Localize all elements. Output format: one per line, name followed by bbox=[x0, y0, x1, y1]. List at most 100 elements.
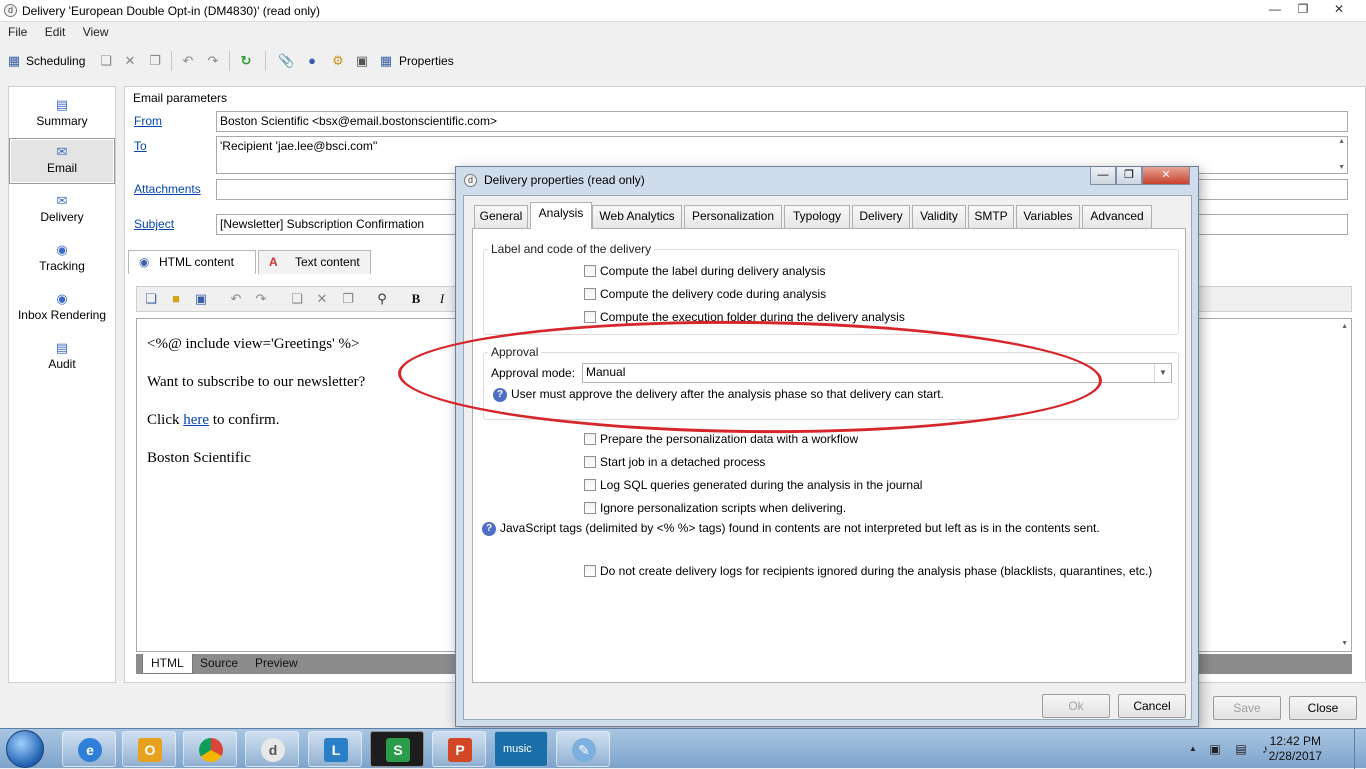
minimize-button[interactable]: — bbox=[1262, 1, 1288, 18]
open-folder-icon[interactable]: ■ bbox=[168, 291, 184, 307]
attachments-link[interactable]: Attachments bbox=[134, 182, 201, 196]
compute-folder-checkbox[interactable] bbox=[584, 310, 596, 323]
close-window-button[interactable]: ✕ bbox=[1326, 1, 1352, 18]
nav-audit[interactable]: ▤ Audit bbox=[9, 335, 115, 381]
tray-expand-icon[interactable]: ▲ bbox=[1186, 742, 1200, 756]
editor-redo-icon[interactable]: ↷ bbox=[253, 291, 269, 307]
taskbar-amazon-music[interactable]: music bbox=[494, 731, 548, 767]
scheduling-button[interactable]: Scheduling bbox=[26, 54, 85, 68]
no-delivery-logs-checkbox[interactable] bbox=[584, 564, 596, 577]
compute-code-checkbox[interactable] bbox=[584, 287, 596, 300]
no-delivery-logs-row[interactable]: Do not create delivery logs for recipien… bbox=[584, 564, 1152, 580]
refresh-icon[interactable]: ↻ bbox=[238, 53, 254, 69]
find-icon[interactable]: ⚲ bbox=[374, 291, 390, 307]
ok-button[interactable]: Ok bbox=[1042, 694, 1110, 718]
compute-label-checkbox[interactable] bbox=[584, 264, 596, 277]
taskbar-sametime[interactable]: S bbox=[370, 731, 424, 767]
save-icon[interactable]: ▣ bbox=[193, 291, 209, 307]
editor-copy-icon[interactable]: ❏ bbox=[289, 291, 305, 307]
undo-icon[interactable]: ↶ bbox=[180, 53, 196, 69]
italic-button[interactable]: I bbox=[434, 291, 450, 307]
nav-delivery[interactable]: ✉ Delivery bbox=[9, 188, 115, 234]
menu-edit[interactable]: Edit bbox=[45, 25, 66, 39]
new-document-icon[interactable]: ❏ bbox=[143, 291, 159, 307]
tray-network-icon[interactable]: ▤ bbox=[1234, 742, 1248, 756]
approval-mode-select[interactable]: Manual ▼ bbox=[582, 363, 1172, 383]
tab-advanced[interactable]: Advanced bbox=[1082, 205, 1152, 228]
editor-cut-icon[interactable]: ✕ bbox=[314, 291, 330, 307]
editor-undo-icon[interactable]: ↶ bbox=[228, 291, 244, 307]
here-link[interactable]: here bbox=[183, 412, 209, 428]
editor-paste-icon[interactable]: ❐ bbox=[340, 291, 356, 307]
nav-inbox-rendering[interactable]: ◉ Inbox Rendering bbox=[9, 286, 115, 332]
nav-email[interactable]: ✉ Email bbox=[9, 138, 115, 184]
dialog-restore-button[interactable]: ❐ bbox=[1116, 167, 1142, 185]
paste-icon[interactable]: ❐ bbox=[147, 53, 163, 69]
tab-typology[interactable]: Typology bbox=[784, 205, 850, 228]
copy-icon[interactable]: ❏ bbox=[98, 53, 114, 69]
detached-process-checkbox[interactable] bbox=[584, 455, 596, 468]
compute-code-row[interactable]: Compute the delivery code during analysi… bbox=[584, 287, 826, 303]
cut-icon[interactable]: ✕ bbox=[122, 53, 138, 69]
restore-button[interactable]: ❐ bbox=[1290, 1, 1316, 18]
log-sql-checkbox[interactable] bbox=[584, 478, 596, 491]
editor-scroll-up-icon[interactable]: ▲ bbox=[1341, 323, 1348, 330]
show-desktop-button[interactable] bbox=[1354, 729, 1366, 769]
window-icon[interactable]: ▣ bbox=[354, 53, 370, 69]
properties-icon[interactable]: ▦ bbox=[378, 53, 394, 69]
chevron-down-icon[interactable]: ▼ bbox=[1154, 364, 1171, 382]
taskbar-powerpoint[interactable]: P bbox=[432, 731, 486, 767]
prepare-workflow-checkbox[interactable] bbox=[584, 432, 596, 445]
save-button[interactable]: Save bbox=[1213, 696, 1281, 720]
tab-validity[interactable]: Validity bbox=[912, 205, 966, 228]
tab-preview[interactable]: Preview bbox=[247, 654, 306, 674]
scheduling-icon[interactable]: ▦ bbox=[6, 53, 22, 69]
properties-button[interactable]: Properties bbox=[399, 54, 454, 68]
tab-general[interactable]: General bbox=[474, 205, 528, 228]
tab-html[interactable]: HTML bbox=[142, 654, 193, 674]
menu-view[interactable]: View bbox=[83, 25, 109, 39]
ignore-scripts-row[interactable]: Ignore personalization scripts when deli… bbox=[584, 501, 846, 517]
log-sql-row[interactable]: Log SQL queries generated during the ana… bbox=[584, 478, 922, 494]
subject-link[interactable]: Subject bbox=[134, 217, 174, 231]
tab-variables[interactable]: Variables bbox=[1016, 205, 1080, 228]
from-link[interactable]: From bbox=[134, 114, 162, 128]
menu-file[interactable]: File bbox=[8, 25, 27, 39]
from-field[interactable]: Boston Scientific <bsx@email.bostonscien… bbox=[216, 111, 1348, 132]
editor-scroll-down-icon[interactable]: ▼ bbox=[1341, 640, 1348, 647]
nav-tracking[interactable]: ◉ Tracking bbox=[9, 237, 115, 283]
taskbar-clock[interactable]: 12:42 PM 2/28/2017 bbox=[1269, 734, 1322, 764]
tab-analysis[interactable]: Analysis bbox=[530, 202, 592, 229]
tab-smtp[interactable]: SMTP bbox=[968, 205, 1014, 228]
taskbar-paint[interactable]: ✎ bbox=[556, 731, 610, 767]
cancel-button[interactable]: Cancel bbox=[1118, 694, 1186, 718]
to-link[interactable]: To bbox=[134, 139, 147, 153]
network-icon[interactable]: ● bbox=[304, 53, 320, 69]
tray-device-icon[interactable]: ▣ bbox=[1208, 742, 1222, 756]
compute-label-row[interactable]: Compute the label during delivery analys… bbox=[584, 264, 825, 280]
tab-personalization[interactable]: Personalization bbox=[684, 205, 782, 228]
tab-text-content[interactable]: A Text content bbox=[258, 250, 371, 274]
dialog-minimize-button[interactable]: — bbox=[1090, 167, 1116, 185]
bold-button[interactable]: B bbox=[408, 291, 424, 307]
settings-icon[interactable]: ⚙ bbox=[330, 53, 346, 69]
redo-icon[interactable]: ↷ bbox=[205, 53, 221, 69]
close-button[interactable]: Close bbox=[1289, 696, 1357, 720]
start-button[interactable] bbox=[6, 730, 44, 768]
scroll-down-icon[interactable]: ▼ bbox=[1338, 164, 1345, 171]
taskbar-chrome[interactable] bbox=[183, 731, 237, 767]
scroll-up-icon[interactable]: ▲ bbox=[1338, 138, 1345, 145]
taskbar-outlook[interactable]: O bbox=[122, 731, 176, 767]
nav-summary[interactable]: ▤ Summary bbox=[9, 92, 115, 138]
taskbar-lync[interactable]: L bbox=[308, 731, 362, 767]
attachment-icon[interactable]: 📎 bbox=[278, 53, 294, 69]
prepare-workflow-row[interactable]: Prepare the personalization data with a … bbox=[584, 432, 858, 448]
taskbar-internet-explorer[interactable]: e bbox=[62, 731, 116, 767]
ignore-scripts-checkbox[interactable] bbox=[584, 501, 596, 514]
tab-html-content[interactable]: ◉ HTML content bbox=[128, 250, 256, 274]
tab-web-analytics[interactable]: Web Analytics bbox=[592, 205, 682, 228]
dialog-close-button[interactable]: ✕ bbox=[1142, 167, 1190, 185]
detached-process-row[interactable]: Start job in a detached process bbox=[584, 455, 765, 471]
tab-source[interactable]: Source bbox=[192, 654, 246, 674]
compute-folder-row[interactable]: Compute the execution folder during the … bbox=[584, 310, 905, 326]
